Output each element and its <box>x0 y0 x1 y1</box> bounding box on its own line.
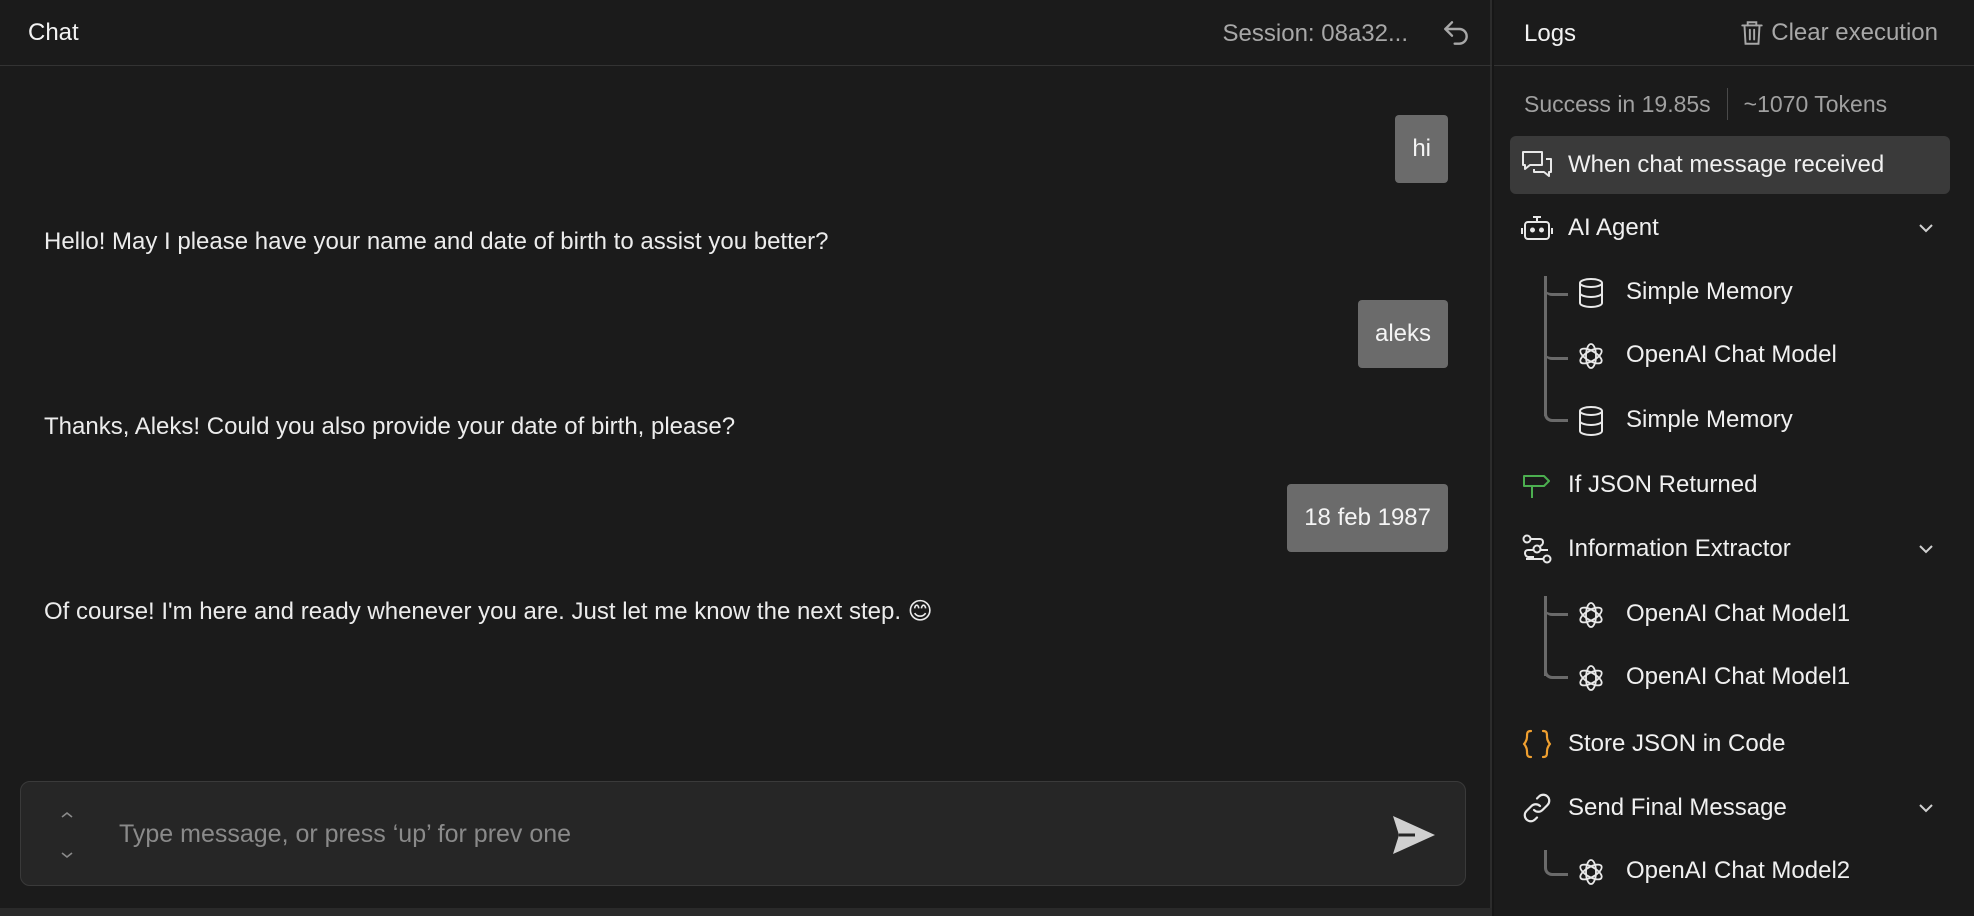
clear-execution-button[interactable]: Clear execution <box>1739 19 1938 47</box>
session-id: Session: 08a32... <box>1222 20 1408 47</box>
log-subitem-openai-chat-model1[interactable]: OpenAI Chat Model1 <box>1574 648 1954 706</box>
chat-icon <box>1522 151 1552 177</box>
chevron-up-icon[interactable] <box>59 810 75 820</box>
user-message: hi <box>1395 115 1448 183</box>
log-item-label: OpenAI Chat Model1 <box>1626 600 1851 627</box>
log-item-information-extractor[interactable]: Information Extractor <box>1510 520 1950 578</box>
openai-icon <box>1579 602 1603 628</box>
logs-panel: Logs Clear execution Success in 19.85s ~… <box>1494 0 1974 916</box>
chat-panel: Chat Session: 08a32... hi Hello! May I p… <box>0 0 1492 916</box>
chevron-down-icon[interactable] <box>59 850 75 860</box>
log-item-label: Simple Memory <box>1626 278 1793 305</box>
execution-stats: Success in 19.85s ~1070 Tokens <box>1524 88 1887 120</box>
bot-message: Of course! I'm here and ready whenever y… <box>44 598 933 625</box>
link-icon <box>1523 793 1551 823</box>
tree-connector <box>1544 657 1568 679</box>
log-item-label: OpenAI Chat Model <box>1626 341 1837 368</box>
tree-connector <box>1544 276 1568 296</box>
log-subitem-simple-memory[interactable]: Simple Memory <box>1574 263 1954 321</box>
openai-icon <box>1579 665 1603 691</box>
chat-header: Chat Session: 08a32... <box>0 0 1492 66</box>
log-item-label: Send Final Message <box>1568 794 1787 821</box>
log-item-ai-agent[interactable]: AI Agent <box>1510 199 1950 257</box>
log-item-label: When chat message received <box>1568 151 1885 178</box>
user-message: 18 feb 1987 <box>1287 484 1448 552</box>
log-item-label: Store JSON in Code <box>1568 730 1786 757</box>
log-item-chat-trigger[interactable]: When chat message received <box>1510 136 1950 194</box>
message-input-box[interactable]: Type message, or press ‘up’ for prev one <box>20 781 1466 886</box>
extractor-icon <box>1522 534 1552 564</box>
message-input[interactable]: Type message, or press ‘up’ for prev one <box>119 820 571 849</box>
log-item-label: AI Agent <box>1568 214 1659 241</box>
tree-connector <box>1544 596 1568 616</box>
openai-icon <box>1579 859 1603 885</box>
tree-connector <box>1544 850 1568 876</box>
log-item-label: Information Extractor <box>1568 535 1791 562</box>
log-item-send-final-message[interactable]: Send Final Message <box>1510 779 1950 837</box>
log-item-store-json[interactable]: Store JSON in Code <box>1510 715 1950 773</box>
chevron-down-icon[interactable] <box>1916 539 1936 559</box>
log-item-label: Simple Memory <box>1626 406 1793 433</box>
tree-connector <box>1544 400 1568 422</box>
log-subitem-openai-chat-model1[interactable]: OpenAI Chat Model1 <box>1574 585 1954 643</box>
log-subitem-openai-chat-model2[interactable]: OpenAI Chat Model2 <box>1574 842 1954 900</box>
log-item-label: OpenAI Chat Model2 <box>1626 857 1851 884</box>
trash-icon <box>1741 21 1763 45</box>
clear-execution-label: Clear execution <box>1771 19 1938 46</box>
user-message: aleks <box>1357 300 1448 368</box>
tree-connector <box>1544 340 1568 360</box>
logs-header: Logs Clear execution <box>1494 0 1974 66</box>
robot-icon <box>1521 216 1553 240</box>
log-item-label: If JSON Returned <box>1568 471 1758 498</box>
logs-title: Logs <box>1524 20 1577 47</box>
openai-icon <box>1579 343 1603 369</box>
bot-message: Thanks, Aleks! Could you also provide yo… <box>44 413 736 440</box>
divider <box>1726 88 1728 120</box>
bot-message: Hello! May I please have your name and d… <box>44 228 829 255</box>
execution-status: Success in 19.85s <box>1524 90 1711 117</box>
send-icon[interactable] <box>1391 814 1437 856</box>
log-item-if-json[interactable]: If JSON Returned <box>1510 456 1950 514</box>
token-count: ~1070 Tokens <box>1743 90 1888 117</box>
database-icon <box>1579 406 1603 437</box>
code-braces-icon <box>1522 729 1552 759</box>
log-item-label: OpenAI Chat Model1 <box>1626 663 1851 690</box>
database-icon <box>1579 278 1603 309</box>
chevron-down-icon[interactable] <box>1916 798 1936 818</box>
undo-icon[interactable] <box>1440 17 1472 49</box>
signpost-icon <box>1523 475 1550 498</box>
log-subitem-simple-memory[interactable]: Simple Memory <box>1574 391 1954 449</box>
bottom-divider <box>0 908 1492 916</box>
log-subitem-openai-chat-model[interactable]: OpenAI Chat Model <box>1574 326 1954 384</box>
chat-title: Chat <box>28 18 79 46</box>
chevron-down-icon[interactable] <box>1916 218 1936 238</box>
